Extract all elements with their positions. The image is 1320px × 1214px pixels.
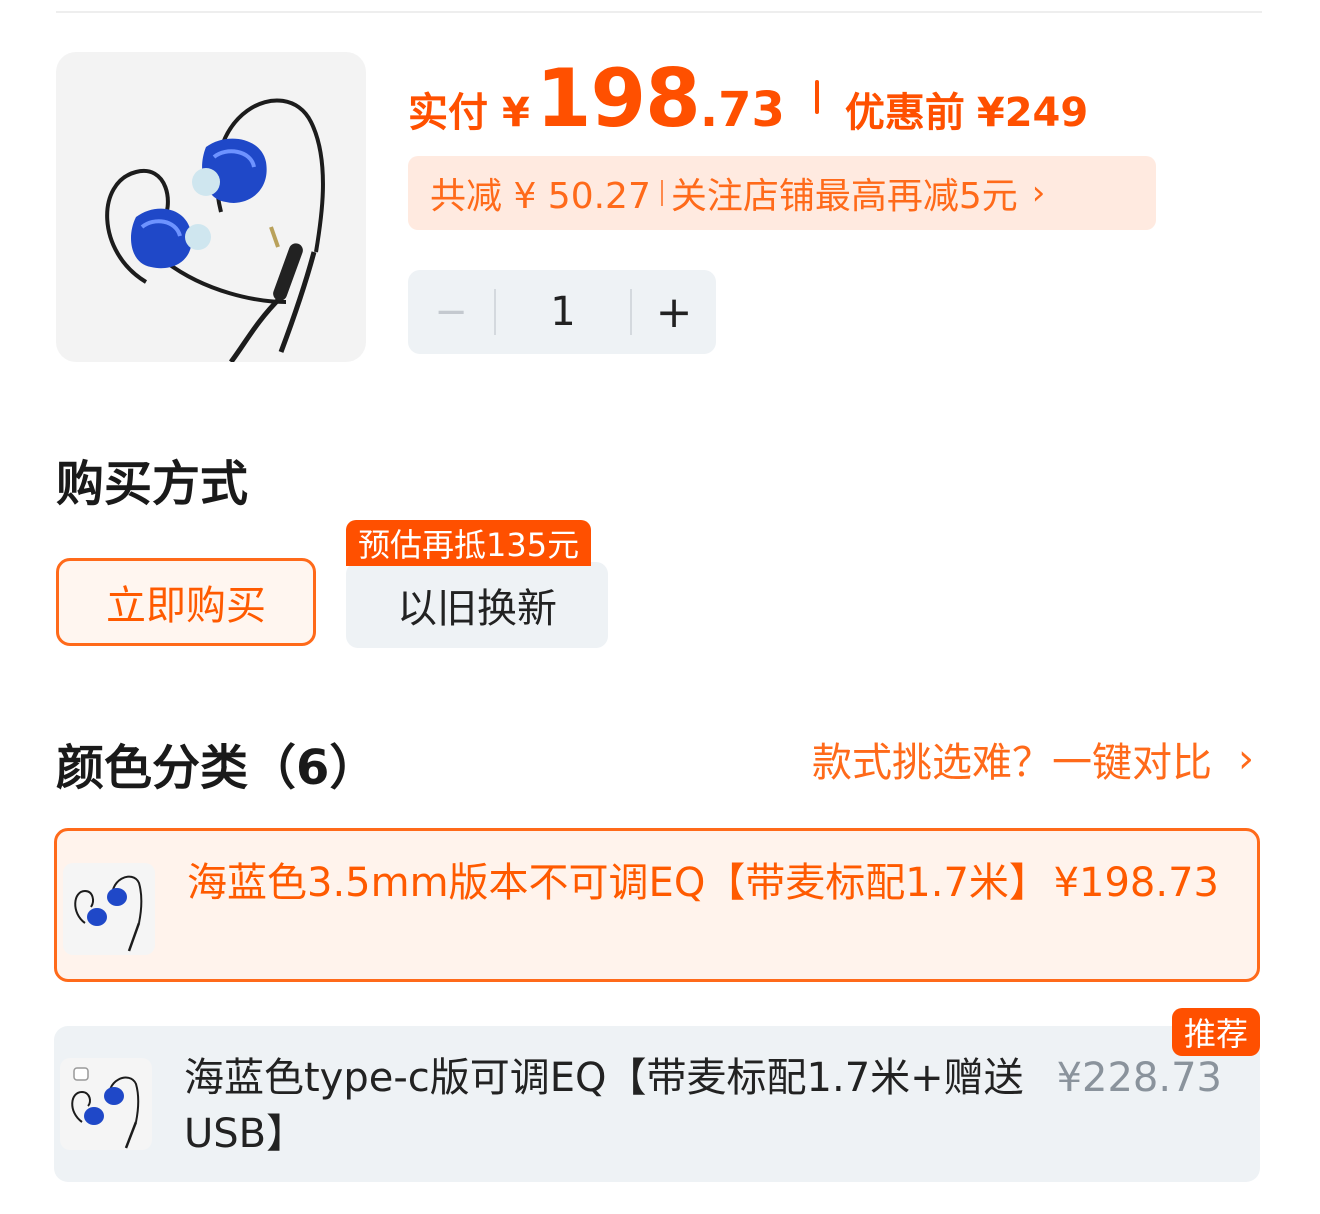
chevron-right-icon: ›: [1031, 173, 1046, 213]
variant-option-selected[interactable]: 海蓝色3.5mm版本不可调EQ【带麦标配1.7米】 ¥198.73: [54, 828, 1260, 982]
price-row: 实付 ¥ 198 .73 优惠前 ¥249: [408, 52, 1089, 145]
quantity-value[interactable]: 1: [496, 289, 630, 335]
purchase-method-title: 购买方式: [56, 456, 249, 512]
variant-thumbnail: [63, 863, 155, 955]
color-category-title: 颜色分类（6）: [56, 740, 378, 796]
currency-symbol: ¥: [502, 90, 530, 136]
variant-name: 海蓝色3.5mm版本不可调EQ【带麦标配1.7米】: [187, 860, 1049, 906]
follow-store-offer: 关注店铺最高再减5元: [670, 176, 1018, 217]
recommended-badge: 推荐: [1171, 1008, 1260, 1056]
buy-now-option[interactable]: 立即购买: [56, 558, 316, 646]
variant-price: ¥198.73: [1053, 860, 1219, 906]
chevron-right-icon: ›: [1238, 736, 1254, 782]
earphones-thumb-image: [74, 875, 143, 952]
earphones-thumb-image: [71, 1067, 140, 1149]
increase-button[interactable]: +: [632, 287, 716, 338]
total-saving: 共减 ¥ 50.27: [430, 176, 651, 217]
quantity-stepper: − 1 +: [408, 270, 716, 354]
product-image[interactable]: [56, 52, 366, 362]
decrease-button[interactable]: −: [408, 289, 494, 335]
variant-price: ¥228.73: [1056, 1055, 1222, 1101]
compare-link-label: 款式挑选难？一键对比: [812, 740, 1212, 786]
compare-link[interactable]: 款式挑选难？一键对比 ›: [812, 730, 1254, 788]
original-price-label: 优惠前: [844, 90, 965, 136]
paid-label: 实付: [408, 90, 488, 136]
top-divider: [56, 11, 1262, 13]
trade-in-badge: 预估再抵135元: [346, 520, 592, 566]
price-integer: 198: [535, 52, 701, 145]
price-decimal: .73: [699, 82, 785, 138]
variant-name: 海蓝色type-c版可调EQ【带麦标配1.7米+赠送USB】: [184, 1055, 1024, 1157]
trade-in-option[interactable]: 以旧换新: [346, 562, 608, 648]
variant-option[interactable]: 推荐 海蓝色type-c版可调EQ【带麦标配1.7米+赠送USB】 ¥228.7…: [54, 1008, 1260, 1182]
price-separator: [814, 80, 819, 114]
variant-thumbnail: [60, 1058, 152, 1150]
original-price: ¥249: [976, 90, 1089, 136]
earphones-image: [105, 98, 325, 362]
discount-banner[interactable]: 共减 ¥ 50.27 关注店铺最高再减5元 ›: [408, 156, 1156, 230]
promo-divider: [660, 180, 663, 206]
